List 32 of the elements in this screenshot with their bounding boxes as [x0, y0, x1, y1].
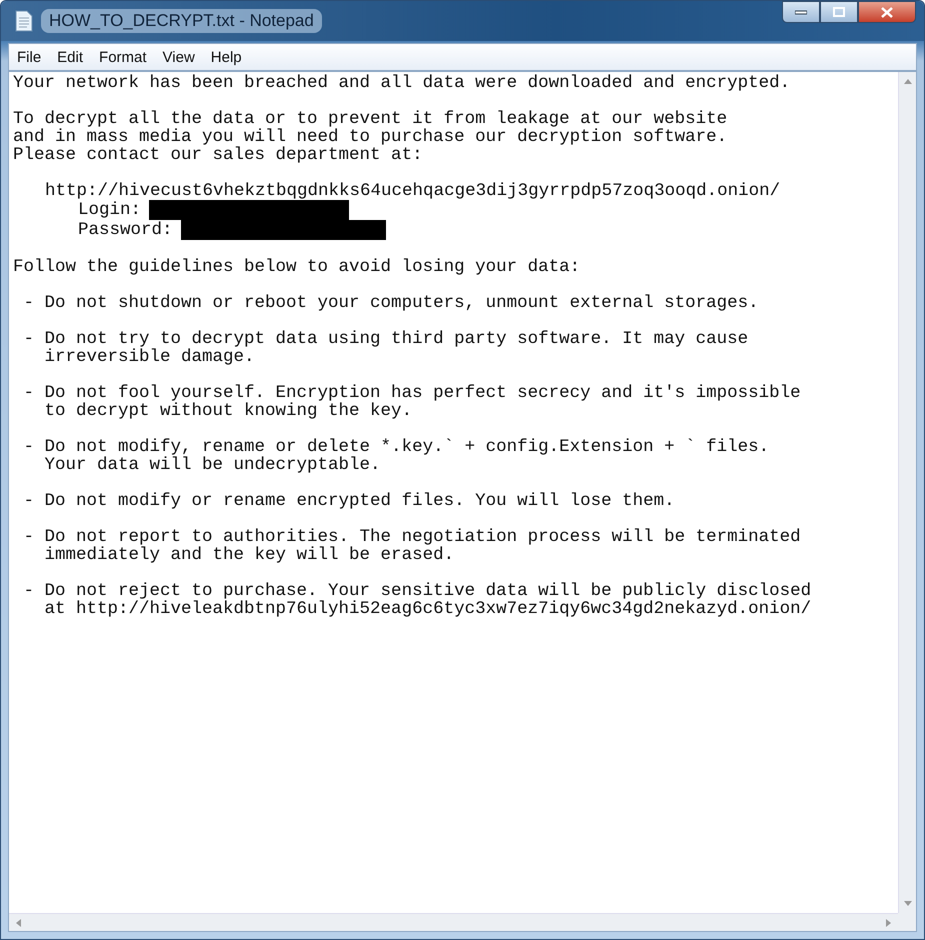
credential-label: Login:: [78, 201, 142, 219]
vertical-scrollbar[interactable]: [898, 72, 916, 913]
note-paragraph: - Do not modify, rename or delete *.key.` + config.Extension + ` files. Your data will be undecryptable.: [22, 438, 770, 474]
scroll-right-icon: [886, 918, 891, 926]
close-button[interactable]: [858, 1, 916, 23]
note-paragraph: - Do not reject to purchase. Your sensitive data will be publicly disclosed at http://hiveleakdbtnp76ulyhi52eag6c6tyc3xw7ez7iqy6wc34gd2nekazyd.onion/: [22, 582, 812, 618]
note-paragraph: Follow the guidelines below to avoid losing your data:: [13, 258, 582, 276]
note-paragraph: - Do not try to decrypt data using third party software. It may cause irreversible damage.: [22, 330, 750, 366]
scroll-down-icon: [904, 901, 912, 906]
menu-item[interactable]: File: [9, 48, 50, 66]
note-paragraph: - Do not fool yourself. Encryption has perfect secrecy and it's impossible to decrypt without knowing the key.: [22, 384, 802, 420]
maximize-icon: [833, 7, 845, 17]
close-icon: [881, 6, 893, 18]
credential-label: Password:: [78, 221, 173, 239]
note-paragraph: - Do not shutdown or reboot your computers, unmount external storages.: [22, 294, 760, 312]
menu-item[interactable]: Edit: [49, 48, 92, 66]
note-paragraph: To decrypt all the data or to prevent it from leakage at our website and in mass media you will need to purchase our decryption software. Please contact our sales department at:: [13, 110, 728, 164]
note-paragraph: - Do not modify or rename encrypted files. You will lose them.: [22, 492, 676, 510]
minimize-icon: [795, 9, 807, 15]
menu-item[interactable]: View: [154, 48, 203, 66]
note-paragraph: Your network has been breached and all data were downloaded and encrypted.: [13, 74, 792, 92]
window-title: HOW_TO_DECRYPT.txt - Notepad: [41, 9, 322, 33]
document-icon: [15, 10, 33, 32]
horizontal-scrollbar[interactable]: [9, 913, 898, 931]
note-paragraph: - Do not report to authorities. The negotiation process will be terminated immediately and the key will be erased.: [22, 528, 802, 564]
minimize-button[interactable]: [782, 1, 820, 23]
menu-item[interactable]: Format: [91, 48, 155, 66]
contact-url: http://hivecust6vhekztbqgdnkks64ucehqacge3dij3gyrrpdp57zoq3ooqd.onion/: [45, 182, 782, 200]
scroll-up-icon: [904, 79, 912, 84]
scroll-left-icon: [16, 918, 21, 926]
maximize-button[interactable]: [820, 1, 858, 23]
menu-item[interactable]: Help: [202, 48, 250, 66]
